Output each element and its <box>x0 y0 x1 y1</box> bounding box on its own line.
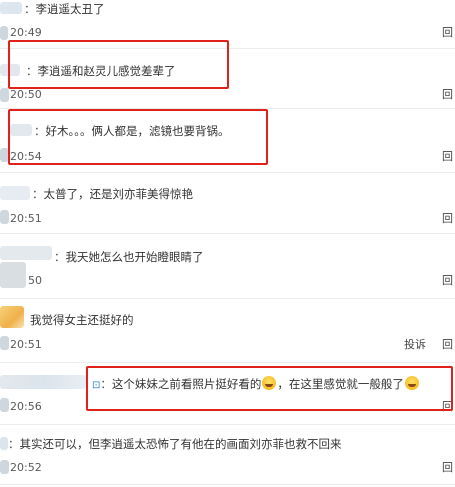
blurred-avatar <box>0 88 9 102</box>
highlight-box <box>86 366 453 411</box>
divider <box>0 172 455 173</box>
divider <box>0 233 455 234</box>
blurred-avatar <box>0 210 9 224</box>
comment-time: 20:51 <box>10 212 42 225</box>
divider <box>0 484 455 485</box>
blurred-username <box>0 186 30 200</box>
blurred-username <box>0 375 86 389</box>
blurred-avatar <box>0 398 9 412</box>
highlight-box <box>8 109 268 165</box>
highlight-box <box>8 40 229 89</box>
reply-button[interactable]: 回 <box>442 212 453 226</box>
divider <box>0 362 455 363</box>
reply-button[interactable]: 回 <box>442 26 453 40</box>
comment-time: 20:56 <box>10 400 42 413</box>
report-button[interactable]: 投诉 <box>404 338 426 352</box>
comment-time: 20:51 <box>10 338 42 351</box>
reply-button[interactable]: 回 <box>442 338 453 352</box>
comment-text: ：我天她怎么也开始瞪眼睛了 <box>54 250 204 264</box>
reply-button[interactable]: 回 <box>442 88 453 102</box>
comment-time: 50 <box>28 274 42 287</box>
comment-time: 20:52 <box>10 461 42 474</box>
blurred-avatar <box>0 306 24 328</box>
comment-time: 20:49 <box>10 26 42 39</box>
blurred-avatar <box>0 26 8 40</box>
blurred-avatar <box>0 262 26 288</box>
blurred-avatar <box>0 460 9 474</box>
comment-text: ：其实还可以，但李逍遥太恐怖了有他在的画面刘亦菲也救不回来 <box>8 437 342 451</box>
divider <box>0 298 455 299</box>
blurred-avatar <box>0 336 9 350</box>
blurred-username <box>0 246 52 260</box>
blurred-username <box>0 437 8 450</box>
divider <box>0 424 455 425</box>
reply-button[interactable]: 回 <box>442 461 453 475</box>
reply-button[interactable]: 回 <box>442 150 453 164</box>
comment-time: 20:50 <box>10 88 42 101</box>
reply-button[interactable]: 回 <box>442 274 453 288</box>
comment-text: ：李逍遥太丑了 <box>24 2 105 16</box>
blurred-username <box>0 2 22 14</box>
comment-text: 我觉得女主还挺好的 <box>30 313 134 327</box>
comment-text: ：太普了，还是刘亦菲美得惊艳 <box>32 187 193 201</box>
